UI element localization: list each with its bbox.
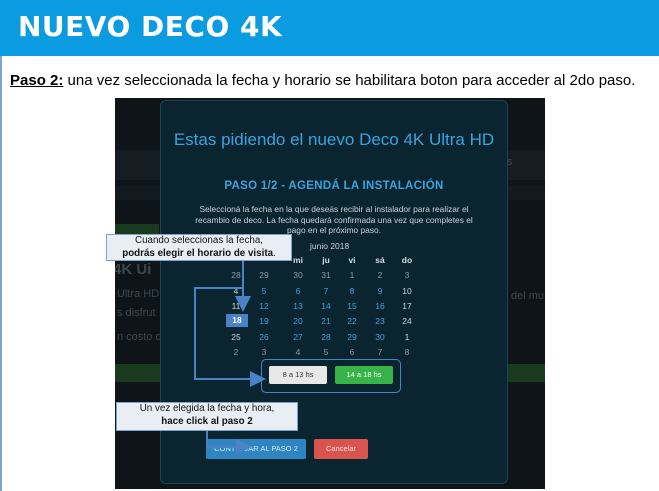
step-text: una vez seleccionada la fecha y horario … [63,72,636,89]
callout-continue-line2: hace click al paso 2 [161,415,253,427]
banner-title: NUEVO DECO 4K [18,10,283,43]
arrow-to-continue [206,429,252,455]
step-instruction: Paso 2: una vez seleccionada la fecha y … [10,72,635,89]
callout-continue-line1: Un vez elegida la fecha y hora, [139,403,275,414]
callout-continue: Un vez elegida la fecha y hora, hace cli… [116,402,298,431]
arrow-to-time [194,260,266,387]
header-banner: NUEVO DECO 4K [0,0,659,56]
callout-date-line2: podrás elegir el horario de visita [122,247,274,259]
page-border [0,56,2,491]
callout-date: Cuando seleccionas la fecha, podrás eleg… [106,234,292,261]
step-label: Paso 2: [10,72,64,89]
callout-date-line1: Cuando seleccionas la fecha, [135,235,263,246]
callout-date-suffix: . [273,247,276,259]
